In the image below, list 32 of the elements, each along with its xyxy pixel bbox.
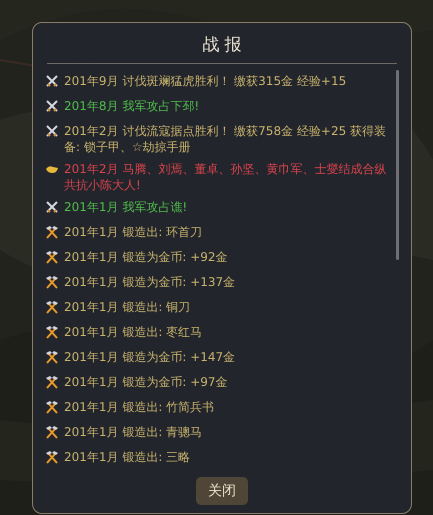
crossed-hammers-icon xyxy=(45,325,59,339)
report-entry: 201年1月 锻造为金币: +92金 xyxy=(64,249,228,265)
crossed-hammers-icon xyxy=(45,300,59,314)
report-entry: 201年8月 我军攻占下邳! xyxy=(64,98,200,114)
close-button[interactable]: 关闭 xyxy=(196,477,248,505)
report-entry: 201年1月 锻造为金币: +147金 xyxy=(64,349,236,365)
report-entry: 201年1月 锻造出: 青骢马 xyxy=(64,424,202,440)
crossed-hammers-icon xyxy=(45,400,59,414)
crossed-hammers-icon xyxy=(45,250,59,264)
report-entry: 201年1月 锻造出: 铜刀 xyxy=(64,299,190,315)
crossed-swords-icon xyxy=(45,99,59,113)
report-entry: 201年1月 锻造出: 枣红马 xyxy=(64,324,202,340)
crossed-hammers-icon xyxy=(45,350,59,364)
report-entry: 201年1月 锻造为金币: +97金 xyxy=(64,374,228,390)
report-entry: 201年9月 讨伐斑斓猛虎胜利！ 缴获315金 经验+15 xyxy=(64,73,346,89)
crossed-hammers-icon xyxy=(45,450,59,464)
crossed-hammers-icon xyxy=(45,425,59,439)
crossed-swords-icon xyxy=(45,74,59,88)
dialog-title: 战 报 xyxy=(202,34,242,57)
report-entry: 201年1月 锻造为金币: +137金 xyxy=(64,274,236,290)
report-entry: 201年1月 锻造出: 三略 xyxy=(64,449,190,465)
crossed-swords-icon xyxy=(45,200,59,214)
crossed-hammers-icon xyxy=(45,375,59,389)
report-entry: 201年2月 马腾、刘焉、董卓、孙坚、黄巾军、士燮结成合纵共抗小陈大人! xyxy=(64,161,388,193)
report-entry: 201年1月 锻造出: 环首刀 xyxy=(64,224,202,240)
report-entry: 201年1月 我军攻占谯! xyxy=(64,199,188,215)
crossed-hammers-icon xyxy=(45,275,59,289)
report-entry: 201年1月 锻造出: 竹简兵书 xyxy=(64,399,214,415)
report-entry: 201年2月 讨伐流寇据点胜利！ 缴获758金 经验+25 获得装备: 锁子甲、☆劫掠手册 xyxy=(64,123,388,155)
crossed-swords-icon xyxy=(45,124,59,138)
scrollbar-thumb[interactable] xyxy=(396,70,399,260)
crossed-hammers-icon xyxy=(45,225,59,239)
